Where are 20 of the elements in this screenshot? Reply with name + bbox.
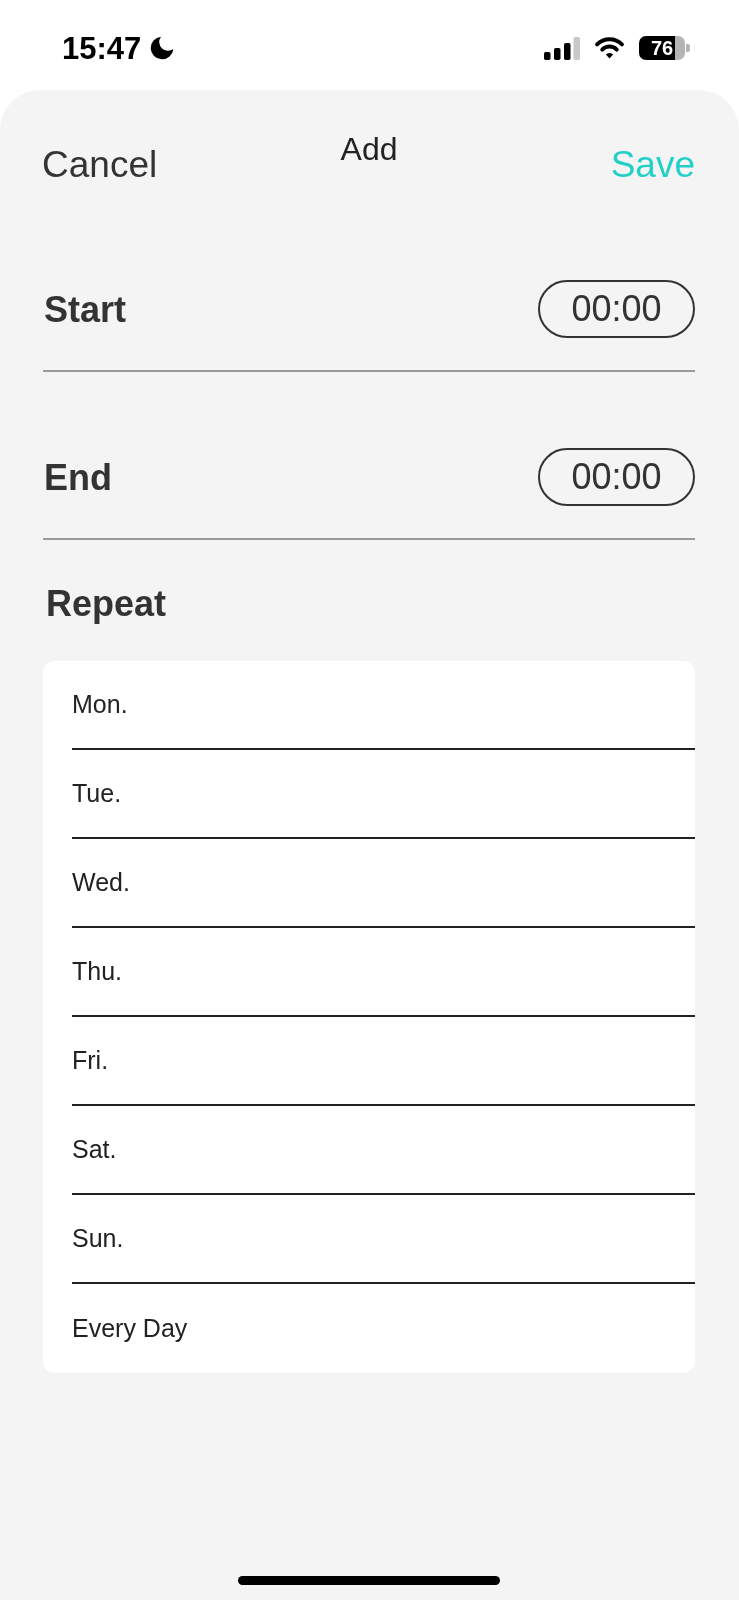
day-option[interactable]: Fri. bbox=[72, 1017, 695, 1106]
section-title: Repeat bbox=[45, 582, 167, 625]
time-label: End bbox=[44, 455, 112, 499]
sheet-title: Add bbox=[340, 130, 398, 168]
day-option[interactable]: Tue. bbox=[72, 750, 695, 839]
day-option[interactable]: Sun. bbox=[72, 1195, 695, 1284]
status-time: 15:47 bbox=[62, 32, 142, 64]
cancel-button[interactable]: Cancel bbox=[42, 143, 158, 187]
day-option[interactable]: Thu. bbox=[72, 928, 695, 1017]
moon-icon bbox=[150, 36, 175, 60]
signal-icon bbox=[544, 36, 580, 60]
time-picker-button[interactable]: 00:00 bbox=[538, 448, 695, 506]
time-picker-button[interactable]: 00:00 bbox=[538, 280, 695, 338]
battery-percentage: 76 bbox=[650, 38, 674, 58]
day-option[interactable]: Wed. bbox=[72, 839, 695, 928]
day-option[interactable]: Sat. bbox=[72, 1106, 695, 1195]
wifi-icon bbox=[594, 37, 625, 59]
day-option[interactable]: Mon. bbox=[72, 661, 695, 750]
time-label: Start bbox=[44, 287, 127, 331]
day-option[interactable]: Every Day bbox=[72, 1284, 695, 1373]
